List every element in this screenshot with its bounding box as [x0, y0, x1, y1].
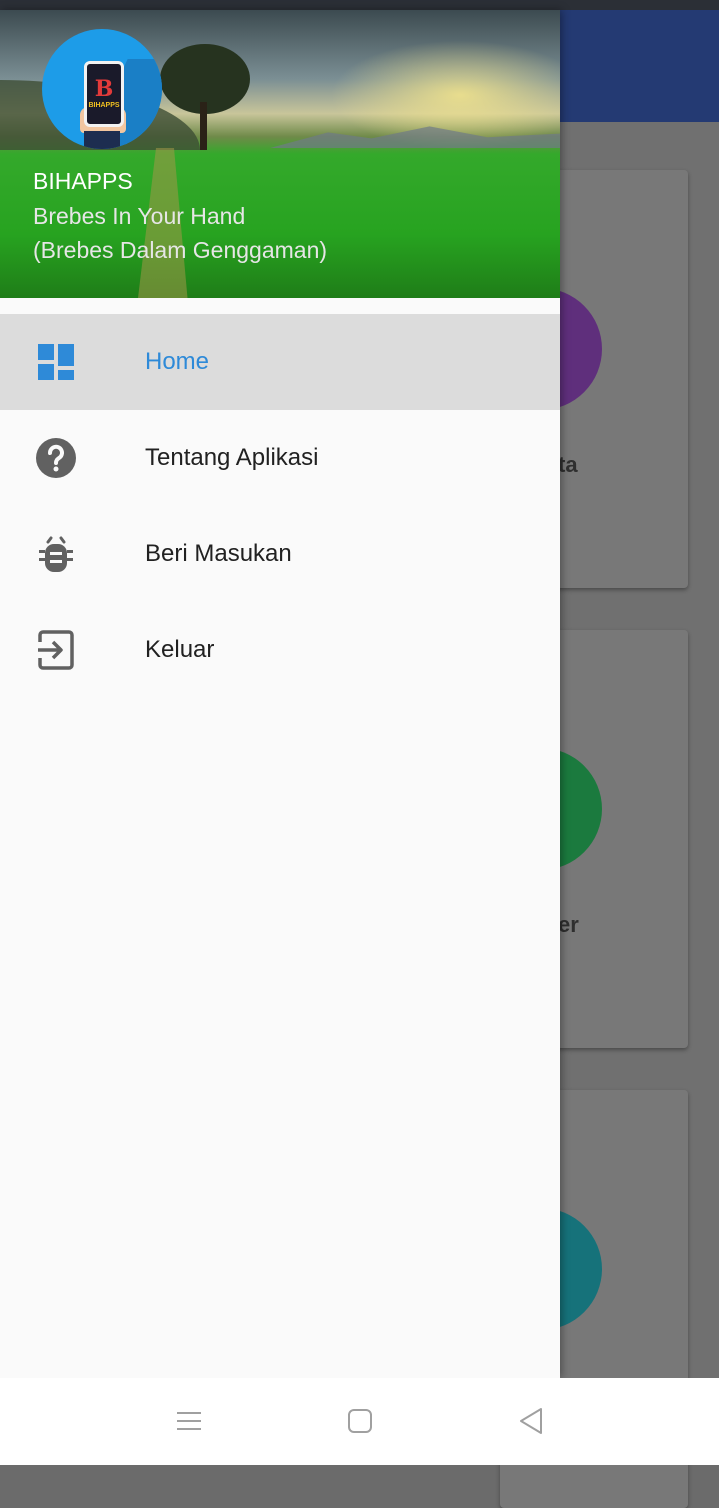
menu-item-logout[interactable]: Keluar: [0, 602, 560, 698]
home-square-icon[interactable]: [345, 1406, 375, 1436]
app-logo-avatar: B BIHAPPS: [42, 29, 162, 149]
card-label: ta: [558, 452, 578, 477]
recent-apps-icon[interactable]: [174, 1406, 204, 1436]
logo-phone-icon: B BIHAPPS: [84, 61, 124, 127]
help-circle-icon: [36, 438, 76, 478]
navigation-drawer: B BIHAPPS BIHAPPS Brebes In Your Hand (B…: [0, 10, 560, 1378]
app-tagline: Brebes In Your Hand: [33, 203, 246, 229]
bug-icon: [39, 536, 73, 572]
logo-text: BIHAPPS: [88, 102, 120, 109]
menu-item-label: Beri Masukan: [145, 540, 292, 567]
dashboard-icon: [38, 344, 74, 380]
drawer-menu: Home Tentang Aplikasi Beri Masukan Kelua…: [0, 314, 560, 698]
menu-item-label: Keluar: [145, 636, 215, 663]
app-bar: [560, 10, 719, 122]
menu-item-about[interactable]: Tentang Aplikasi: [0, 410, 560, 506]
app-tagline-translation: (Brebes Dalam Genggaman): [33, 237, 328, 263]
system-nav-bar: [0, 1378, 719, 1465]
menu-item-home[interactable]: Home: [0, 314, 560, 410]
menu-item-label: Tentang Aplikasi: [145, 444, 319, 471]
logo-letter: B: [94, 76, 114, 102]
logo-cuff: [84, 131, 120, 149]
card-label: er: [558, 912, 579, 937]
status-bar: [0, 0, 719, 10]
back-triangle-icon[interactable]: [516, 1406, 546, 1436]
exit-icon: [38, 630, 74, 670]
header-tree-trunk: [200, 102, 207, 150]
drawer-header: B BIHAPPS BIHAPPS Brebes In Your Hand (B…: [0, 10, 560, 298]
menu-item-label: Home: [145, 348, 210, 375]
app-name: BIHAPPS: [33, 168, 133, 194]
menu-item-feedback[interactable]: Beri Masukan: [0, 506, 560, 602]
